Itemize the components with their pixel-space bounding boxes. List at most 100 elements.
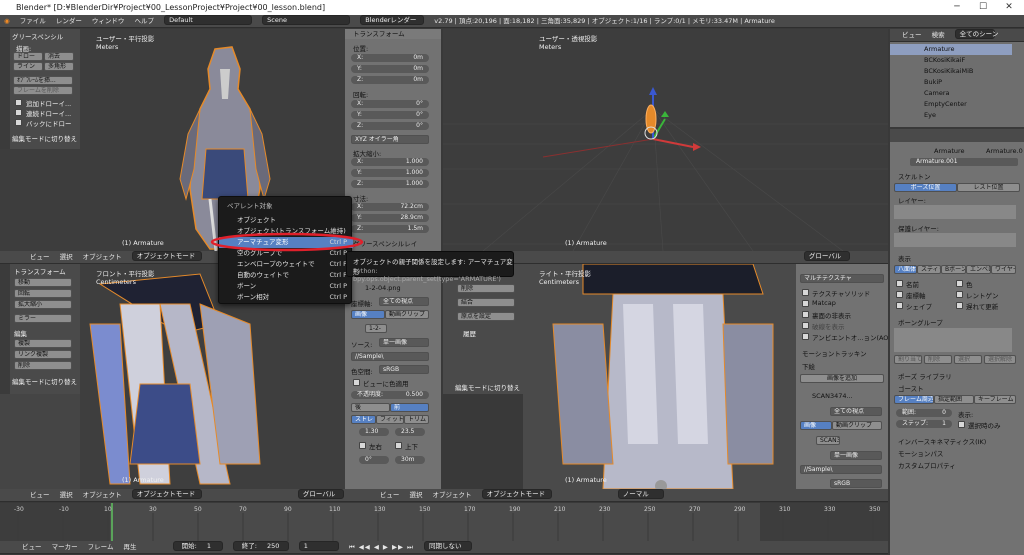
- draw-button[interactable]: ドロー: [13, 52, 43, 61]
- flip-x-checkbox[interactable]: [359, 442, 366, 449]
- delete-button[interactable]: 削除: [14, 361, 72, 370]
- timeline-playback-menu[interactable]: 再生: [124, 541, 137, 553]
- axis-select[interactable]: 全ての視点: [379, 297, 429, 306]
- menu-object-bottom-r[interactable]: オブジェクト: [433, 489, 472, 501]
- color-space-select[interactable]: sRGB: [379, 365, 429, 374]
- tool-tabs[interactable]: [0, 29, 10, 149]
- xray-checkbox[interactable]: [956, 291, 963, 298]
- add-draw-checkbox[interactable]: [15, 99, 22, 106]
- minimize-button[interactable]: ─: [944, 0, 970, 15]
- outliner-item-bukip[interactable]: BukiP: [890, 77, 1012, 88]
- ik-header[interactable]: インバースキネマティクス(IK): [898, 436, 986, 446]
- mode-select-mid[interactable]: オブジェクトモード: [131, 251, 202, 261]
- front-toggle[interactable]: 前: [390, 403, 429, 412]
- scale-button[interactable]: 拡大縮小: [14, 300, 72, 309]
- menu-select-bottom-r[interactable]: 選択: [409, 489, 422, 501]
- close-button[interactable]: ✕: [996, 0, 1022, 15]
- custom-properties-header[interactable]: カスタムプロパティ: [898, 460, 956, 470]
- outliner-view-menu[interactable]: ビュー: [902, 29, 922, 41]
- crop-toggle[interactable]: トリム: [404, 415, 429, 424]
- loc-x-field[interactable]: X: 0m: [351, 54, 429, 62]
- skeleton-header[interactable]: スケルトン: [898, 171, 931, 181]
- selected-only-checkbox[interactable]: [958, 421, 965, 428]
- deselect-button[interactable]: 選択解除: [984, 355, 1016, 364]
- scan-colorspace-select[interactable]: sRGB: [830, 479, 882, 488]
- stick-button[interactable]: スティッ: [917, 265, 941, 274]
- mode-select-bottom[interactable]: オブジェクトモード: [131, 489, 202, 499]
- poly-button[interactable]: 多角形: [44, 62, 74, 71]
- parent-object-item[interactable]: オブジェクト: [219, 215, 353, 226]
- set-origin-button[interactable]: 原点を設定: [457, 312, 515, 321]
- flip-y-checkbox[interactable]: [395, 442, 402, 449]
- rest-position-button[interactable]: レスト位置: [957, 183, 1020, 192]
- parent-auto-weights-item[interactable]: 自動のウェイトで Ctrl P: [219, 270, 353, 281]
- bg-size-field[interactable]: 30m: [395, 456, 425, 464]
- ghost-range-field[interactable]: 範囲: 0: [896, 409, 952, 417]
- menu-view-bottom[interactable]: ビュー: [30, 489, 50, 501]
- motion-paths-header[interactable]: モーションパス: [898, 448, 943, 458]
- mode-switch-mid[interactable]: 編集モードに切り替え: [455, 382, 520, 392]
- maximize-button[interactable]: ☐: [970, 0, 996, 15]
- rotation-mode-select[interactable]: XYZ オイラー角: [351, 135, 429, 144]
- ghost-step-field[interactable]: ステップ: 1: [896, 420, 952, 428]
- texture-solid-checkbox[interactable]: [802, 289, 809, 296]
- scan-axis-select[interactable]: 全ての視点: [830, 407, 882, 416]
- motion-tracking-header[interactable]: モーショントラッキン: [802, 348, 867, 358]
- add-image-button[interactable]: 画像を追加: [800, 374, 884, 383]
- rot-z-field[interactable]: Z: 0°: [351, 122, 429, 130]
- shading-select[interactable]: マルチテクスチャ: [800, 274, 884, 283]
- delete-object-button[interactable]: 削除: [457, 284, 515, 293]
- rot-x-field[interactable]: X: 0°: [351, 100, 429, 108]
- outliner-display-select[interactable]: 全てのシーン: [954, 29, 998, 39]
- dim-x-field[interactable]: X: 72.2cm: [351, 203, 429, 211]
- tool-tabs-bottom[interactable]: [0, 264, 10, 394]
- image-tab[interactable]: 画像: [351, 310, 385, 319]
- history-label[interactable]: 履歴: [463, 328, 476, 338]
- join-button[interactable]: 結合: [457, 298, 515, 307]
- protect-layer-grid[interactable]: [894, 233, 1016, 247]
- menu-select-mid[interactable]: 選択: [60, 251, 73, 263]
- back-toggle[interactable]: 後: [351, 403, 390, 412]
- timeline[interactable]: -30 -10 10 30 50 70 90 110 130 150 170 190 210 230 250…: [0, 503, 888, 541]
- move-button[interactable]: 移動: [14, 278, 72, 287]
- parent-bone-item[interactable]: ボーン Ctrl P: [219, 281, 353, 292]
- duplicate-button[interactable]: 複製: [14, 339, 72, 348]
- menu-view-bottom-r[interactable]: ビュー: [380, 489, 400, 501]
- movie-tab[interactable]: 動画クリップ: [385, 310, 429, 319]
- menu-object-mid[interactable]: オブジェクト: [83, 251, 122, 263]
- loc-z-field[interactable]: Z: 0m: [351, 76, 429, 84]
- offset-y-field[interactable]: 23.5: [395, 428, 425, 436]
- layout-select[interactable]: Default: [164, 15, 253, 25]
- image-path[interactable]: //Sample\: [351, 352, 429, 361]
- outliner-item-armature[interactable]: Armature: [890, 44, 1012, 55]
- bone-groups-header[interactable]: ボーングループ: [898, 317, 943, 327]
- scan-image-number[interactable]: SCAN3: [816, 436, 840, 445]
- matcap-checkbox[interactable]: [802, 300, 809, 307]
- stretch-toggle[interactable]: ストレ: [351, 415, 376, 424]
- around-frame-button[interactable]: フレーム周辺: [894, 395, 934, 404]
- link-duplicate-button[interactable]: リンク複製: [14, 350, 72, 359]
- scale-x-field[interactable]: X: 1.000: [351, 158, 429, 166]
- outliner-item-bckosikikaimib[interactable]: BCKosiKikaiMiB: [890, 66, 1012, 77]
- shapes-checkbox[interactable]: [896, 302, 903, 309]
- fit-toggle[interactable]: フィット: [376, 415, 404, 424]
- scan-path[interactable]: //Sample\: [800, 465, 882, 474]
- timeline-marker-menu[interactable]: マーカー: [52, 541, 78, 553]
- offset-x-field[interactable]: 1.30: [359, 428, 389, 436]
- ghost-header[interactable]: ゴースト: [898, 383, 924, 393]
- menu-render[interactable]: レンダー: [56, 15, 82, 27]
- current-frame-field[interactable]: 1: [298, 541, 339, 551]
- outliner-item-emptycenter[interactable]: EmptyCenter: [890, 99, 1012, 110]
- menu-select-bottom[interactable]: 選択: [60, 489, 73, 501]
- properties-tabs[interactable]: [890, 129, 1024, 142]
- opacity-field[interactable]: 不透明度: 0.500: [351, 391, 429, 399]
- start-frame-field[interactable]: 開始: 1: [172, 541, 223, 551]
- timeline-frame-menu[interactable]: フレーム: [88, 541, 114, 553]
- pose-position-button[interactable]: ポーズ位置: [894, 183, 957, 192]
- remove-button[interactable]: 削除: [924, 355, 952, 364]
- insert-frame-button[interactable]: ｵﾌﾞﾌﾚｰﾑを挿...: [13, 76, 73, 85]
- wire-button[interactable]: ワイヤー: [991, 265, 1016, 274]
- scan-image-tab[interactable]: 画像: [800, 421, 832, 430]
- erase-button[interactable]: 消去: [44, 52, 74, 61]
- menu-file[interactable]: ファイル: [20, 15, 46, 27]
